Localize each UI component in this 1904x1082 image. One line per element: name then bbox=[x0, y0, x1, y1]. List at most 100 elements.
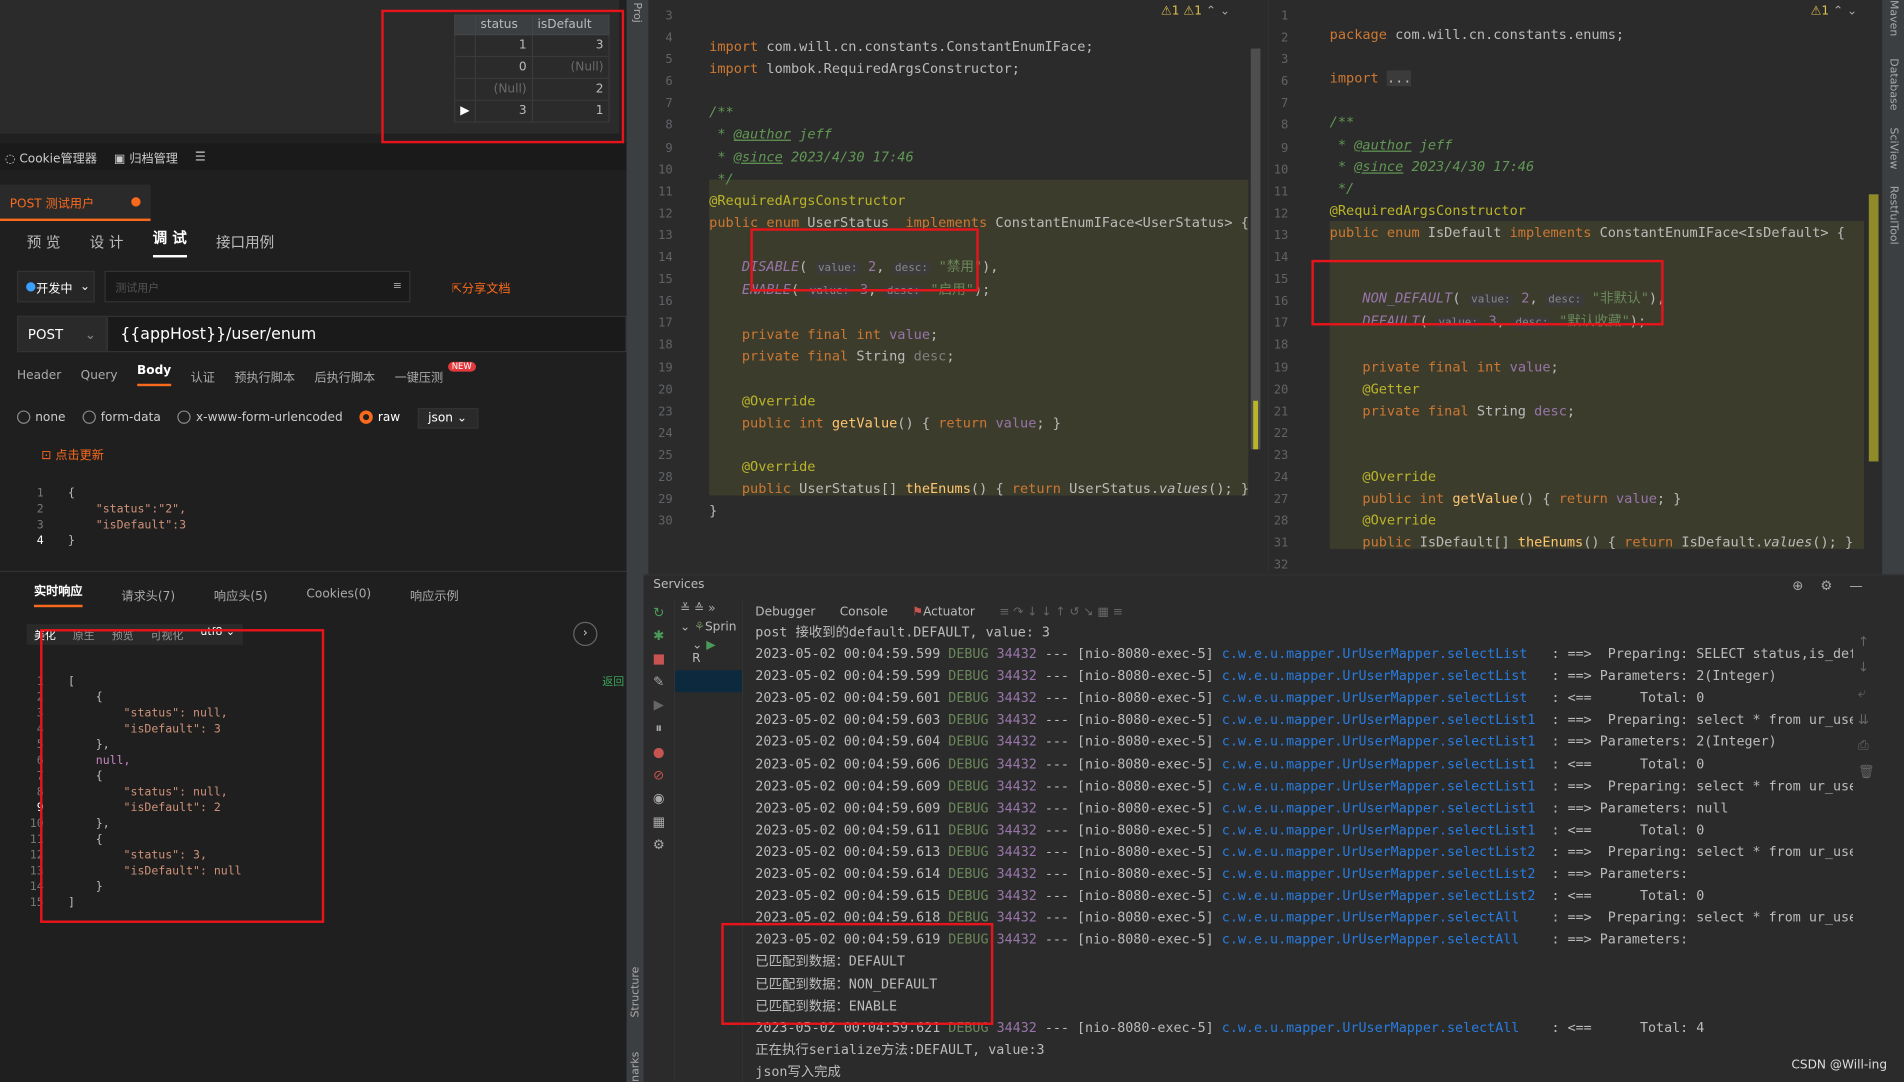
expand-icon[interactable]: › bbox=[573, 621, 598, 647]
editor1-scrollbar[interactable] bbox=[1250, 48, 1261, 450]
tab-cookies[interactable]: Cookies(0) bbox=[306, 587, 371, 600]
stop-icon[interactable]: ■ bbox=[652, 651, 665, 667]
col-status[interactable]: status bbox=[474, 14, 533, 36]
scroll-end-icon[interactable]: ⇊ bbox=[1858, 712, 1875, 728]
tab-cases[interactable]: 接口用例 bbox=[216, 231, 274, 252]
editor1-marker bbox=[1253, 400, 1259, 450]
tab-req-headers[interactable]: 请求头(7) bbox=[121, 585, 175, 603]
maven-tab[interactable]: Maven bbox=[1887, 0, 1899, 36]
line-number: 14 bbox=[1273, 251, 1289, 265]
line-number: 17 bbox=[658, 317, 673, 331]
name-input[interactable]: 测试用户 ≡ bbox=[104, 270, 411, 303]
console-log[interactable]: post 接收到的default.DEFAULT, value: 3 2023-0… bbox=[755, 622, 1853, 1082]
tab-query[interactable]: Query bbox=[81, 369, 118, 382]
radio-urlencoded[interactable]: x-www-form-urlencoded bbox=[177, 410, 343, 425]
line-number: 30 bbox=[658, 515, 673, 529]
sciview-tab[interactable]: SciView bbox=[1887, 127, 1899, 169]
view-visual[interactable]: 可视化 bbox=[151, 627, 184, 642]
refresh-link[interactable]: ⊡ 点击更新 bbox=[41, 444, 626, 462]
table-row[interactable]: 13 bbox=[454, 34, 610, 58]
unsaved-dot-icon: ● bbox=[130, 194, 142, 209]
tab-header[interactable]: Header bbox=[17, 369, 61, 382]
mute-breakpoints-icon[interactable]: ⊘ bbox=[653, 768, 664, 784]
method-select[interactable]: POST ⌄ bbox=[17, 315, 107, 353]
response-body[interactable]: 1[2 {3 "status": null, 4 "isDefault": 35 … bbox=[19, 658, 242, 942]
tab-resp-headers[interactable]: 响应头(5) bbox=[214, 585, 268, 603]
breakpoint-icon[interactable]: ● bbox=[653, 744, 665, 760]
print-icon[interactable]: ⎙ bbox=[1858, 737, 1875, 754]
tab-actuator[interactable]: ⚑Actuator bbox=[912, 605, 975, 618]
line-number: 11 bbox=[658, 185, 673, 199]
line-number: 13 bbox=[1273, 229, 1289, 243]
view-pretty[interactable]: 美化 bbox=[34, 627, 56, 642]
debug-step-icons[interactable]: ≡ ↷ ↓ ↓ ↑ ↺ ↘ ▦ ≡ bbox=[999, 605, 1123, 618]
up-icon[interactable]: ↑ bbox=[1858, 634, 1875, 650]
tab-preview[interactable]: 预 览 bbox=[27, 231, 61, 252]
bookmarks-tab[interactable]: narks bbox=[630, 1052, 642, 1082]
tab-pre-script[interactable]: 预执行脚本 bbox=[234, 366, 295, 384]
tree-item-run[interactable]: ⌄ ▶ R bbox=[675, 636, 742, 668]
tab-auth[interactable]: 认证 bbox=[191, 366, 215, 384]
tab-design[interactable]: 设 计 bbox=[90, 231, 124, 252]
resume-icon[interactable]: ▶ bbox=[654, 697, 664, 713]
globe-icon[interactable]: ⊕ bbox=[1792, 578, 1803, 594]
doc-tab[interactable]: POST 测试用户 ● bbox=[0, 184, 151, 222]
console-side-toolbar: ↑ ↓ ⤶ ⇊ ⎙ 🗑 bbox=[1858, 634, 1875, 780]
database-tab[interactable]: Database bbox=[1887, 58, 1899, 110]
table-row[interactable]: 0 (Null) bbox=[454, 55, 610, 79]
tab-body[interactable]: Body bbox=[136, 364, 172, 387]
rerun-icon[interactable]: ↻ bbox=[653, 605, 664, 621]
table-row[interactable]: (Null) 2 bbox=[454, 77, 610, 101]
log-line: 2023-05-02 00:04:59.599 DEBUG 34432 --- … bbox=[755, 668, 1777, 684]
pause-icon[interactable]: ⏸ bbox=[655, 720, 662, 737]
watermark: CSDN @Will-ing bbox=[1791, 1058, 1888, 1073]
editor-isdefault[interactable]: 1 2 3 6 7 8 9 10 11 12 13 14 15 16 17 18 19 20 21 22 23 24 27 2… bbox=[1267, 0, 1883, 594]
radio-form-data[interactable]: form-data bbox=[82, 410, 161, 425]
gear-icon[interactable]: ⚙ bbox=[1820, 578, 1832, 594]
layout-icon[interactable]: ▦ bbox=[652, 814, 665, 830]
wrap-icon[interactable]: ⤶ bbox=[1858, 685, 1875, 702]
body-editor[interactable]: 1{2 "status":"2", 3 "isDefault":3 4} bbox=[19, 470, 626, 581]
view-preview[interactable]: 预览 bbox=[112, 627, 134, 642]
env-select[interactable]: ● 开发中 ⌄ bbox=[17, 270, 95, 303]
tree-item-spring[interactable]: ⌄ ⚘Sprin bbox=[675, 618, 742, 636]
cookie-manager-button[interactable]: ◌ Cookie管理器 bbox=[5, 148, 97, 165]
archive-manager-button[interactable]: ▣ 归档管理 bbox=[114, 148, 178, 165]
tab-live-response[interactable]: 实时响应 bbox=[34, 580, 83, 608]
line-number: 17 bbox=[1273, 317, 1289, 331]
tab-post-script[interactable]: 后执行脚本 bbox=[314, 366, 375, 384]
clear-icon[interactable]: 🗑 bbox=[1858, 764, 1875, 780]
view-raw[interactable]: 原生 bbox=[73, 627, 95, 642]
radio-none[interactable]: none bbox=[17, 410, 66, 425]
tab-load-test[interactable]: 一键压测 bbox=[395, 366, 444, 384]
tab-debug[interactable]: 调 试 bbox=[152, 226, 187, 257]
format-select[interactable]: json ⌄ bbox=[417, 407, 478, 429]
debug-icon[interactable]: ✱ bbox=[653, 628, 664, 644]
col-isdefault[interactable]: isDefault bbox=[531, 14, 610, 36]
table-row[interactable]: ▶ 3 1 bbox=[454, 99, 610, 123]
encoding-select[interactable]: utf8 ⌄ bbox=[200, 627, 235, 643]
radio-raw[interactable]: raw bbox=[359, 410, 400, 425]
menu-icon[interactable]: ☰ bbox=[195, 150, 206, 163]
return-label: 返回 bbox=[602, 676, 625, 689]
tab-resp-example[interactable]: 响应示例 bbox=[410, 585, 459, 603]
down-icon[interactable]: ↓ bbox=[1858, 659, 1875, 675]
tab-debugger[interactable]: Debugger bbox=[755, 605, 815, 618]
log-line: 2023-05-02 00:04:59.614 DEBUG 34432 --- … bbox=[755, 865, 1697, 882]
editor-userstatus[interactable]: 3 4 5 6 7 8 9 10 11 12 13 14 15 16 17 18 19 20 23 24 25 28 29 3… bbox=[648, 0, 1268, 571]
tree-item-selected[interactable] bbox=[675, 670, 742, 693]
minimize-icon[interactable]: — bbox=[1849, 578, 1862, 594]
line-number: 24 bbox=[1273, 471, 1289, 485]
camera-icon[interactable]: ◉ bbox=[653, 791, 665, 807]
restfultool-tab[interactable]: RestfulTool bbox=[1887, 186, 1899, 245]
structure-tab[interactable]: Structure bbox=[630, 967, 642, 1018]
project-tab[interactable]: Proj bbox=[630, 2, 642, 22]
url-input[interactable]: {{appHost}}/user/enum bbox=[106, 315, 627, 353]
tab-console[interactable]: Console bbox=[840, 605, 888, 618]
wrench-icon[interactable]: ✎ bbox=[653, 674, 664, 690]
log-line: 正在执行serialize方法:DEFAULT, value:3 bbox=[755, 1041, 1045, 1058]
share-doc-link[interactable]: ⇱分享文档 bbox=[452, 277, 511, 295]
editor2-scrollbar[interactable] bbox=[1868, 194, 1879, 462]
settings-icon[interactable]: ⚙ bbox=[653, 837, 665, 853]
log-line: 2023-05-02 00:04:59.613 DEBUG 34432 --- … bbox=[755, 843, 1854, 860]
